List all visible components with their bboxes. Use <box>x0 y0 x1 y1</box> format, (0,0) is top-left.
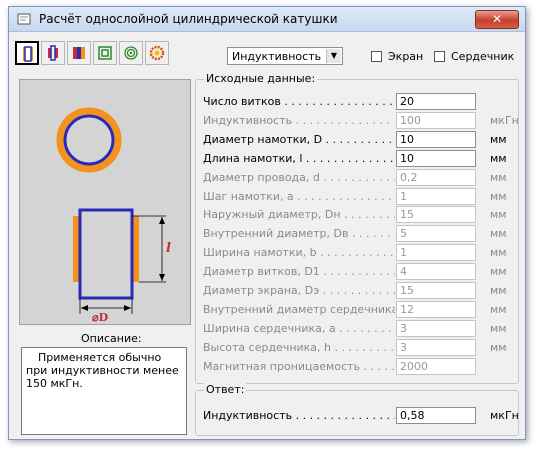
input-row-field[interactable]: 10 <box>396 150 476 167</box>
input-row-unit: мм <box>490 133 507 146</box>
multi-layer-coil-button[interactable] <box>41 41 65 65</box>
input-row-label: Диаметр намотки, D . . . . . . . . . . .… <box>203 133 395 146</box>
input-row-label: Индуктивность . . . . . . . . . . . . . … <box>203 114 395 127</box>
screen-checkbox-label: Экран <box>388 50 424 63</box>
input-row-label: Диаметр экрана, Dэ . . . . . . . . . . .… <box>203 284 395 297</box>
input-row-field[interactable]: 10 <box>396 131 476 148</box>
ring-coil-icon <box>73 47 85 59</box>
coil-wire-left <box>73 216 79 282</box>
input-row-label: Внутренний диаметр сердечника, D <box>203 303 395 316</box>
coil-form-side <box>78 208 134 300</box>
input-row-unit: мм <box>490 152 507 165</box>
calc-mode-value: Индуктивность <box>232 50 322 63</box>
input-row-field[interactable]: 15 <box>396 282 476 299</box>
input-row-unit: мкГн <box>490 114 519 127</box>
input-row-label: Число витков . . . . . . . . . . . . . .… <box>203 95 395 108</box>
input-row-unit: мм <box>490 341 507 354</box>
answer-group: Ответ: Индуктивность . . . . . . . . . .… <box>195 383 519 436</box>
input-group: Исходные данные: Число витков . . . . . … <box>195 72 519 384</box>
flat-square-coil-button[interactable] <box>93 41 117 65</box>
single-layer-coil-icon <box>23 46 33 62</box>
input-row-label: Внутренний диаметр, Dв . . . . . . . . .… <box>203 227 395 240</box>
answer-group-title: Ответ: <box>204 383 247 396</box>
calc-mode-select[interactable]: Индуктивность ▼ <box>227 47 343 65</box>
length-arrow-top <box>159 217 165 224</box>
input-row-field[interactable]: 12 <box>396 301 476 318</box>
input-row-unit: мм <box>490 190 507 203</box>
input-row-unit: мм <box>490 246 507 259</box>
title-bar[interactable]: Расчёт однослойной цилиндрической катушк… <box>9 7 525 32</box>
input-row-field[interactable]: 1 <box>396 244 476 261</box>
input-group-title: Исходные данные: <box>204 72 318 85</box>
answer-field[interactable]: 0,58 <box>396 407 476 424</box>
input-row-field[interactable]: 4 <box>396 263 476 280</box>
input-row-unit: мм <box>490 208 507 221</box>
core-checkbox-label: Сердечник <box>451 50 515 63</box>
toroid-coil-button[interactable] <box>145 41 169 65</box>
input-row-unit: мм <box>490 284 507 297</box>
input-row-label: Диаметр провода, d . . . . . . . . . . .… <box>203 171 395 184</box>
answer-unit: мкГн <box>490 409 519 422</box>
toroid-coil-icon <box>149 45 165 61</box>
chevron-down-icon[interactable]: ▼ <box>326 49 341 63</box>
coil-wire-right <box>133 216 139 282</box>
diameter-arrow-right <box>124 305 131 311</box>
input-row-field[interactable]: 15 <box>396 206 476 223</box>
description-label: Описание: <box>81 332 142 345</box>
input-row-field[interactable]: 2000 <box>396 358 476 375</box>
flat-square-coil-icon <box>98 46 112 60</box>
close-button[interactable]: ✕ <box>475 10 519 29</box>
input-row-field[interactable]: 5 <box>396 225 476 242</box>
length-label: l <box>166 241 171 256</box>
calculator-window: Расчёт однослойной цилиндрической катушк… <box>8 6 526 440</box>
single-layer-coil-button[interactable] <box>15 41 39 65</box>
input-row-unit: мм <box>490 171 507 184</box>
input-row-label: Длина намотки, l . . . . . . . . . . . .… <box>203 152 395 165</box>
input-row-label: Высота сердечника, h . . . . . . . . . .… <box>203 341 395 354</box>
description-line: 150 мкГн. <box>26 377 83 390</box>
app-icon <box>17 13 31 25</box>
multi-layer-coil-icon <box>48 45 58 61</box>
input-row-unit: мм <box>490 322 507 335</box>
core-checkbox-box[interactable] <box>434 51 445 62</box>
input-row-unit: мм <box>490 303 507 316</box>
input-row-label: Наружный диаметр, Dн . . . . . . . . . .… <box>203 208 395 221</box>
coil-diagram: l ⌀D <box>19 79 191 325</box>
diameter-label: ⌀D <box>92 311 109 324</box>
coil-top-view-wire <box>56 107 122 173</box>
input-row-field[interactable]: 20 <box>396 93 476 110</box>
input-row-field[interactable]: 1 <box>396 188 476 205</box>
input-row-unit: мм <box>490 227 507 240</box>
ring-coil-button[interactable] <box>67 41 91 65</box>
input-row-field[interactable]: 3 <box>396 339 476 356</box>
description-text[interactable]: Применяется обычно при индуктивности мен… <box>21 347 187 435</box>
length-arrow-bottom <box>159 274 165 281</box>
input-row-unit: мм <box>490 265 507 278</box>
input-row-field[interactable]: 0,2 <box>396 169 476 186</box>
flat-spiral-coil-icon <box>124 46 138 60</box>
input-row-field[interactable]: 3 <box>396 320 476 337</box>
diameter-arrow-left <box>81 305 88 311</box>
answer-label: Индуктивность . . . . . . . . . . . . . … <box>203 409 395 422</box>
screen-checkbox-box[interactable] <box>371 51 382 62</box>
input-row-field[interactable]: 100 <box>396 112 476 129</box>
description-line: при индуктивности менее <box>26 364 179 377</box>
description-line: Применяется обычно <box>38 351 162 364</box>
input-row-label: Шаг намотки, a . . . . . . . . . . . . .… <box>203 190 395 203</box>
input-rows: Число витков . . . . . . . . . . . . . .… <box>203 93 519 378</box>
input-row-label: Диаметр витков, D1 . . . . . . . . . . .… <box>203 265 395 278</box>
coil-diagram-drawing: l ⌀D <box>56 107 171 324</box>
input-row-label: Ширина намотки, b . . . . . . . . . . . … <box>203 246 395 259</box>
window-title: Расчёт однослойной цилиндрической катушк… <box>39 12 338 26</box>
input-row-label: Магнитная проницаемость . . . . . . . . … <box>203 360 395 373</box>
coil-top-view-form <box>63 114 115 166</box>
input-row-label: Ширина сердечника, a . . . . . . . . . .… <box>203 322 395 335</box>
flat-spiral-coil-button[interactable] <box>119 41 143 65</box>
